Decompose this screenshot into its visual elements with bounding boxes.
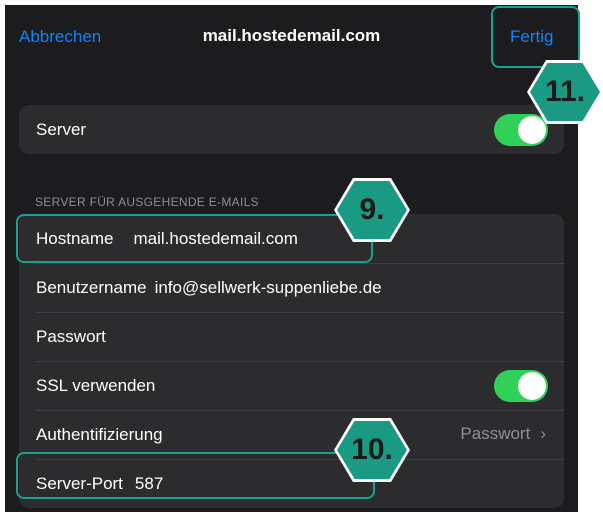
- ssl-label: SSL verwenden: [36, 375, 156, 395]
- toggle-knob: [518, 372, 546, 400]
- server-port-row[interactable]: Server-Port 587: [19, 459, 564, 508]
- authentication-value-container: Passwort ›: [460, 424, 546, 444]
- done-button[interactable]: Fertig: [510, 27, 553, 47]
- toggle-knob: [518, 116, 546, 144]
- authentication-value: Passwort: [460, 424, 531, 443]
- server-row: Server: [19, 105, 564, 154]
- authentication-label: Authentifizierung: [36, 424, 163, 444]
- server-port-label: Server-Port: [36, 473, 123, 493]
- page-title: mail.hostedemail.com: [202, 26, 381, 45]
- mail-settings-screen: Abbrechen mail.hostedemail.com Fertig Se…: [5, 5, 578, 512]
- password-label: Passwort: [36, 326, 106, 346]
- badge-9-label: 9.: [337, 181, 407, 239]
- authentication-row[interactable]: Authentifizierung Passwort ›: [19, 410, 564, 459]
- server-group: Server: [19, 105, 564, 154]
- password-row[interactable]: Passwort: [19, 312, 564, 361]
- section-header-outgoing: SERVER FÜR AUSGEHENDE E-MAILS: [35, 195, 259, 209]
- username-row[interactable]: Benutzername info@sellwerk-suppenliebe.d…: [19, 263, 564, 312]
- navigation-bar: Abbrechen mail.hostedemail.com Fertig: [5, 5, 578, 67]
- chevron-right-icon: ›: [540, 424, 546, 443]
- username-label: Benutzername: [36, 277, 147, 297]
- badge-10-label: 10.: [337, 421, 407, 479]
- hostname-row[interactable]: Hostname mail.hostedemail.com: [19, 214, 564, 263]
- username-field[interactable]: info@sellwerk-suppenliebe.de: [155, 278, 382, 298]
- ssl-row: SSL verwenden: [19, 361, 564, 410]
- server-port-field[interactable]: 587: [135, 474, 163, 494]
- outgoing-server-group: Hostname mail.hostedemail.com Benutzerna…: [19, 214, 564, 508]
- ssl-toggle[interactable]: [494, 370, 548, 402]
- server-toggle[interactable]: [494, 114, 548, 146]
- server-label: Server: [36, 119, 87, 139]
- hostname-label: Hostname: [36, 228, 114, 248]
- badge-11-label: 11.: [530, 63, 600, 121]
- hostname-field[interactable]: mail.hostedemail.com: [133, 229, 297, 249]
